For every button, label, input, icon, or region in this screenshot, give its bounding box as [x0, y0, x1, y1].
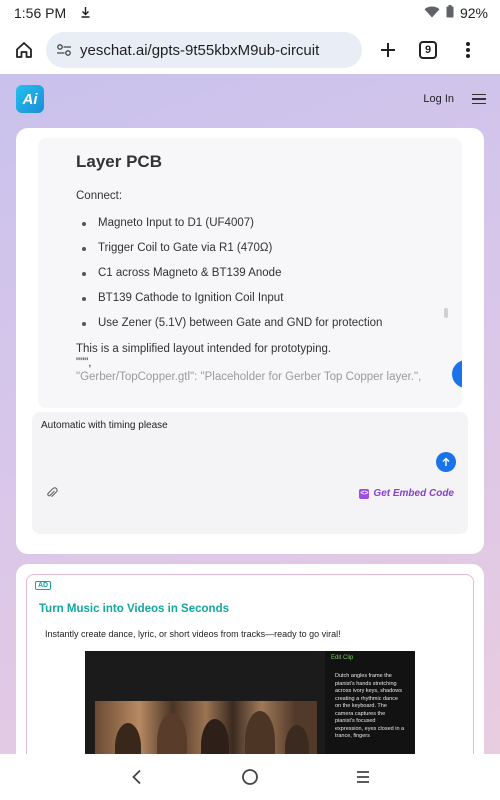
message-area[interactable]: Layer PCB Connect: Magneto Input to D1 (… [38, 138, 462, 408]
attach-icon[interactable] [46, 486, 58, 504]
plus-icon [381, 43, 395, 57]
code-icon: <> [359, 488, 370, 499]
ad-side-panel: Edit Clip Dutch angles frame the pianist… [325, 651, 415, 754]
message-faded-line: "Gerber/TopCopper.gtl": "Placeholder for… [76, 371, 422, 383]
web-page: Ai Log In Layer PCB Connect: Magneto Inp… [0, 74, 500, 754]
list-item: Magneto Input to D1 (UF4007) [76, 217, 462, 229]
ad-content[interactable]: AD Turn Music into Videos in Seconds Ins… [26, 574, 474, 754]
site-header: Ai Log In [0, 74, 500, 124]
chat-input-box: <> Get Embed Code [32, 412, 468, 534]
download-icon [80, 6, 91, 21]
arrow-down-icon [461, 375, 462, 376]
status-time: 1:56 PM [14, 5, 67, 21]
chat-card: Layer PCB Connect: Magneto Input to D1 (… [16, 128, 484, 554]
home-button[interactable] [2, 28, 46, 72]
message-note: This is a simplified layout intended for… [76, 343, 332, 355]
tab-switcher-button[interactable]: 9 [408, 28, 448, 72]
url-text[interactable]: yeschat.ai/gpts-9t55kbxM9ub-circuit [80, 42, 319, 59]
message-heading: Layer PCB [76, 152, 162, 171]
wifi-icon [424, 5, 440, 21]
hamburger-menu-icon[interactable] [472, 93, 486, 105]
site-logo[interactable]: Ai [16, 85, 44, 113]
new-tab-button[interactable] [368, 28, 408, 72]
get-embed-code-button[interactable]: <> Get Embed Code [359, 488, 454, 499]
connection-list: Magneto Input to D1 (UF4007) Trigger Coi… [76, 217, 462, 329]
chat-input[interactable] [41, 420, 431, 431]
browser-menu-button[interactable] [448, 28, 488, 72]
address-bar[interactable]: yeschat.ai/gpts-9t55kbxM9ub-circuit [46, 32, 362, 68]
video-thumbnail [95, 701, 317, 754]
message-code-line: """, [76, 357, 92, 369]
battery-icon [446, 5, 454, 21]
recents-button[interactable] [343, 757, 383, 797]
edit-clip-label[interactable]: Edit Clip [331, 655, 353, 661]
ad-card[interactable]: AD Turn Music into Videos in Seconds Ins… [16, 564, 484, 754]
circle-home-icon [242, 769, 258, 785]
ad-side-text: Dutch angles frame the pianist's hands s… [335, 673, 405, 739]
embed-label[interactable]: Get Embed Code [373, 488, 454, 499]
recents-icon [357, 771, 370, 783]
ad-description: Instantly create dance, lyric, or short … [45, 629, 341, 639]
list-item: Trigger Coil to Gate via R1 (470Ω) [76, 242, 462, 254]
status-bar: 1:56 PM 92% [0, 0, 500, 26]
ad-video-preview[interactable]: Edit Clip Dutch angles frame the pianist… [85, 651, 415, 754]
ad-title[interactable]: Turn Music into Videos in Seconds [39, 603, 229, 615]
back-icon [131, 769, 141, 785]
send-button[interactable] [436, 452, 456, 472]
home-nav-button[interactable] [230, 757, 270, 797]
battery-level: 92% [459, 5, 488, 21]
ad-badge: AD [35, 581, 52, 590]
more-vert-icon [466, 42, 470, 58]
site-info-icon[interactable] [56, 43, 72, 57]
login-link[interactable]: Log In [423, 93, 454, 105]
message-intro: Connect: [76, 190, 123, 202]
home-icon [16, 42, 32, 58]
list-item: C1 across Magneto & BT139 Anode [76, 267, 462, 279]
scrollbar-thumb[interactable] [444, 308, 448, 318]
tab-count[interactable]: 9 [419, 41, 437, 59]
arrow-up-icon [442, 457, 450, 466]
list-item: BT139 Cathode to Ignition Coil Input [76, 292, 462, 304]
browser-toolbar: yeschat.ai/gpts-9t55kbxM9ub-circuit 9 [0, 26, 500, 74]
system-navigation-bar [0, 754, 500, 800]
back-button[interactable] [117, 757, 157, 797]
list-item: Use Zener (5.1V) between Gate and GND fo… [76, 317, 462, 329]
